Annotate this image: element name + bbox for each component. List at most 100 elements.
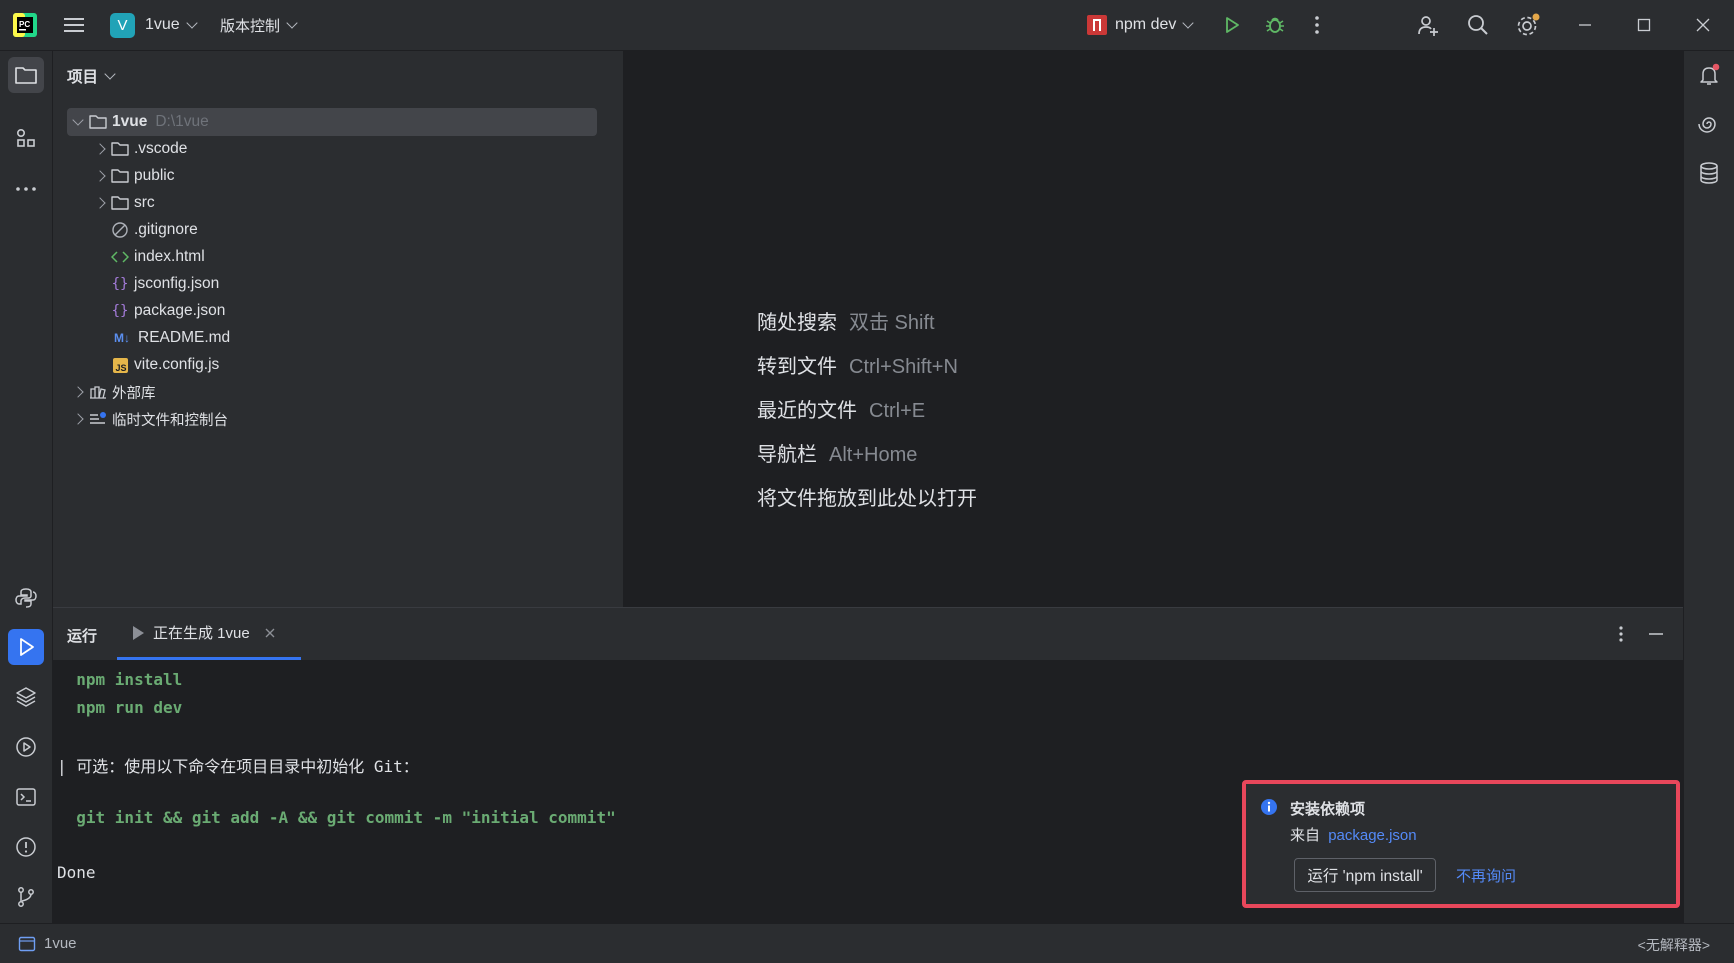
package-json-link[interactable]: package.json [1328,827,1416,844]
json-file-icon: {} [111,303,129,319]
status-project[interactable]: 1vue [18,924,77,963]
hint-shortcut: Alt+Home [829,444,918,466]
root-folder-name: 1vue [112,113,148,130]
tree-item-index-html[interactable]: index.html [111,243,205,271]
json-file-icon: {} [111,276,129,292]
hint-recent-files: 最近的文件 Ctrl+E [757,394,925,423]
run-config-selector[interactable]: npm dev [1087,0,1195,50]
python-icon [15,588,37,608]
problems-tool-button[interactable] [8,829,44,865]
console-line: git init && git add -A && git commit -m … [57,808,616,827]
main-menu-button[interactable] [62,0,86,50]
settings-button[interactable] [1515,0,1541,50]
hint-drop-files: 将文件拖放到此处以打开 [757,482,977,511]
layers-tool-button[interactable] [8,679,44,715]
console-line: npm install [57,670,183,689]
tree-item-vite-config[interactable]: JS vite.config.js [111,351,219,379]
more-tools-button[interactable] [8,171,44,207]
ai-assistant-button[interactable] [1691,106,1727,142]
chevron-down-icon [186,17,198,29]
tree-item-readme[interactable]: M↓ README.md [111,324,230,352]
ignore-file-icon [111,221,129,239]
svg-text:PC: PC [19,20,30,29]
python-console-button[interactable] [8,580,44,616]
add-user-icon [1418,16,1438,36]
tree-item-package-json[interactable]: {} package.json [111,297,226,325]
tree-item-src[interactable]: src [89,189,155,217]
more-vertical-icon [1315,16,1319,34]
database-button[interactable] [1691,155,1727,191]
tree-item-label: src [134,194,155,211]
hint-search-everywhere: 随处搜索 双击 Shift [757,306,935,335]
hide-panel-icon[interactable] [1647,625,1665,643]
run-button[interactable] [1222,0,1242,50]
close-window-button[interactable] [1695,0,1711,50]
tree-item-gitignore[interactable]: .gitignore [111,216,198,244]
project-panel: 项目 1vue D:\1vue .vscode public src .giti… [53,51,624,607]
debug-button[interactable] [1264,0,1286,50]
app-logo-icon[interactable]: PC [12,0,38,50]
gear-icon [1517,13,1540,36]
spiral-icon [1698,117,1716,133]
maximize-button[interactable] [1636,0,1652,50]
terminal-tool-button[interactable] [8,779,44,815]
npm-icon [1087,15,1107,35]
git-tool-button[interactable] [8,879,44,915]
run-tab-active[interactable]: 正在生成 1vue [117,608,301,660]
chevron-down-icon [104,68,116,80]
chevron-right-icon [94,143,106,155]
search-button[interactable] [1466,0,1490,50]
tree-item-external-libraries[interactable]: 外部库 [67,378,156,406]
tree-item-public[interactable]: public [89,162,175,190]
project-view-selector[interactable]: 项目 [67,63,116,89]
js-file-icon: JS [111,356,129,374]
terminal-icon [16,788,36,806]
search-icon [1468,15,1488,35]
tree-item-jsconfig[interactable]: {} jsconfig.json [111,270,220,298]
hamburger-icon [64,18,84,32]
more-vertical-icon[interactable] [1616,625,1626,645]
notification-source: 来自 package.json [1290,824,1417,845]
run-npm-install-button[interactable]: 运行 'npm install' [1294,858,1436,892]
status-bar: 1vue <无解释器> [0,923,1734,963]
play-icon [20,638,34,656]
run-tool-button[interactable] [8,629,44,665]
editor-empty-area[interactable]: 随处搜索 双击 Shift 转到文件 Ctrl+Shift+N 最近的文件 Ctrl+… [624,51,1683,607]
interpreter-status[interactable]: <无解释器> [1638,935,1710,955]
project-name: 1vue [145,16,180,33]
folder-icon [111,140,129,158]
tree-item-label: .gitignore [134,221,198,238]
root-folder-path: D:\1vue [155,113,209,130]
notifications-button[interactable] [1691,57,1727,93]
tree-item-label: vite.config.js [134,356,220,373]
bug-icon [1266,17,1284,33]
tree-item-label: .vscode [134,140,188,157]
tree-root-row[interactable]: 1vue D:\1vue [67,108,597,136]
tree-item-label: jsconfig.json [134,275,220,292]
more-actions-button[interactable] [1312,0,1322,50]
tree-item-scratches[interactable]: 临时文件和控制台 [67,405,228,433]
chevron-right-icon [94,197,106,209]
hint-goto-file: 转到文件 Ctrl+Shift+N [757,350,958,379]
run-config-label: npm dev [1115,16,1177,33]
services-tool-button[interactable] [8,729,44,765]
vcs-menu[interactable]: 版本控制 [220,0,298,50]
tree-item-vscode[interactable]: .vscode [89,135,187,163]
add-user-button[interactable] [1416,0,1440,50]
project-tool-button[interactable] [8,57,44,93]
more-horizontal-icon [16,187,36,191]
minimize-button[interactable] [1577,0,1593,50]
structure-tool-button[interactable] [8,121,44,157]
library-icon [89,383,107,401]
close-tab-icon[interactable] [264,627,276,639]
project-switcher[interactable]: V 1vue [110,0,198,50]
hint-navigation-bar: 导航栏 Alt+Home [757,438,917,467]
project-window-icon [18,936,36,951]
dont-ask-again-link[interactable]: 不再询问 [1456,865,1516,886]
services-icon [16,737,36,757]
database-icon [1700,162,1718,184]
hint-label: 转到文件 [757,356,837,378]
warning-circle-icon [16,837,36,857]
run-panel-title: 运行 [67,628,98,645]
chevron-down-icon [286,17,298,29]
